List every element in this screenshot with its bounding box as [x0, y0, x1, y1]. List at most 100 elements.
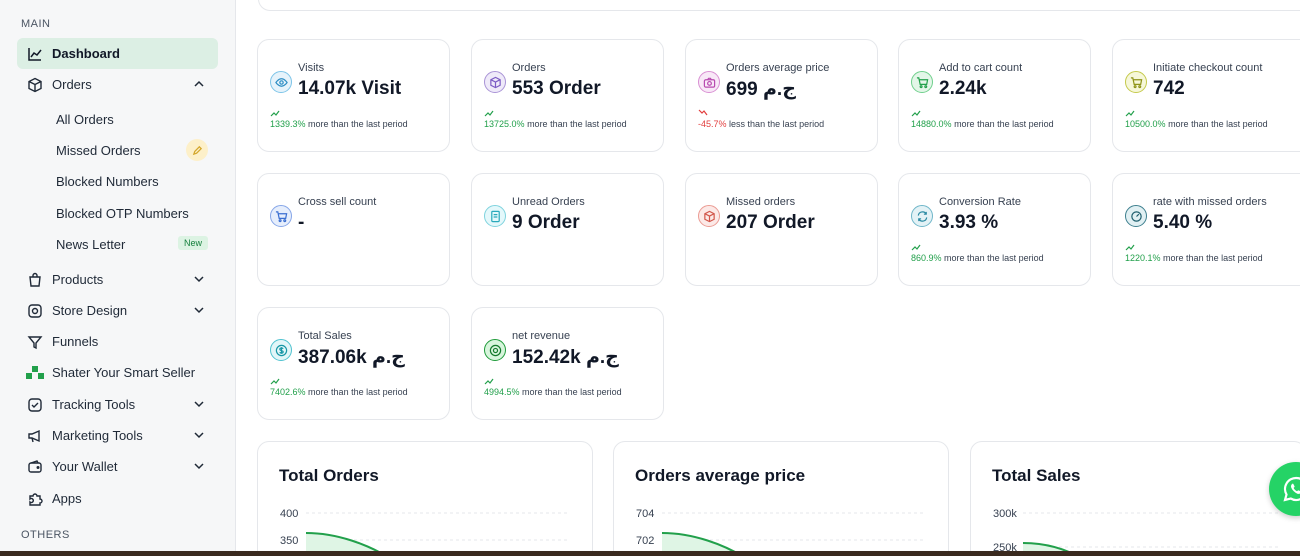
stat-value: 387.06k ج.م	[298, 347, 405, 368]
stat-value: 3.93 %	[939, 212, 999, 233]
sidebar-item-label: Tracking Tools	[52, 397, 136, 412]
chevron-up-icon[interactable]	[192, 77, 206, 91]
chart-title: Total Sales	[992, 466, 1081, 485]
sidebar-item-apps[interactable]: Apps	[17, 483, 218, 514]
stat-change-pct: 7402.6%	[270, 387, 306, 397]
stat-card-visits: Visits 14.07k Visit 1339.3% more than th…	[257, 39, 450, 152]
sidebar-item-orders[interactable]: Orders	[17, 69, 218, 100]
trend-up-icon	[911, 110, 921, 117]
chevron-down-icon[interactable]	[192, 303, 206, 317]
chart-card-total-orders: Total Orders 400 350	[257, 441, 593, 556]
stat-card-unread-orders: Unread Orders 9 Order	[471, 173, 664, 286]
stat-change-text: more than the last period	[527, 119, 627, 129]
sidebar: MAIN Dashboard Orders All Orders Missed …	[0, 0, 236, 556]
chart-card-total-sales: Total Sales 300k 250k	[970, 441, 1300, 556]
money-icon	[484, 339, 506, 361]
sidebar-subitem-newsletter[interactable]: News Letter New	[56, 230, 218, 258]
wallet-icon	[26, 458, 44, 476]
eye-icon	[270, 71, 292, 93]
sidebar-item-tracking[interactable]: Tracking Tools	[17, 389, 218, 420]
chevron-down-icon[interactable]	[192, 459, 206, 473]
chart-total-orders: 400 350	[280, 508, 568, 556]
y-tick-label: 350	[280, 535, 298, 547]
sidebar-item-dashboard[interactable]: Dashboard	[17, 38, 218, 69]
sidebar-item-funnels[interactable]: Funnels	[17, 326, 218, 357]
stat-change-text: more than the last period	[954, 119, 1054, 129]
sidebar-item-store-design[interactable]: Store Design	[17, 295, 218, 326]
stat-card-initiate-checkout: Initiate checkout count 742 10500.0% mor…	[1112, 39, 1300, 152]
sidebar-item-shater[interactable]: Shater Your Smart Seller	[17, 357, 218, 388]
stat-change-text: more than the last period	[944, 253, 1044, 263]
gauge-icon	[1125, 205, 1147, 227]
stat-value: 207 Order	[726, 212, 815, 233]
y-tick-label: 400	[280, 508, 298, 520]
sidebar-item-marketing[interactable]: Marketing Tools	[17, 420, 218, 451]
stat-value: -	[298, 212, 305, 233]
stat-change-text: less than the last period	[729, 119, 825, 129]
sidebar-item-label: Orders	[52, 77, 92, 92]
stat-change-pct: 1339.3%	[270, 119, 306, 129]
stat-card-missed-orders: Missed orders 207 Order	[685, 173, 878, 286]
trend-up-icon	[911, 244, 921, 251]
stat-value: 5.40 %	[1153, 212, 1213, 233]
taskbar-strip	[0, 551, 1300, 556]
stat-change: 7402.6% more than the last period	[270, 387, 408, 397]
dollar-icon	[270, 339, 292, 361]
pencil-icon	[186, 139, 208, 161]
sidebar-subitem-missed-orders[interactable]: Missed Orders	[56, 136, 218, 164]
trend-up-icon	[270, 110, 280, 117]
y-tick-label: 300k	[993, 508, 1017, 520]
chart-title: Orders average price	[635, 466, 806, 485]
stat-change-text: more than the last period	[1163, 253, 1263, 263]
sidebar-item-label: Your Wallet	[52, 459, 118, 474]
shater-logo-icon	[26, 364, 44, 382]
puzzle-icon	[26, 490, 44, 508]
funnel-icon	[26, 333, 44, 351]
cross-sell-cart-icon	[270, 205, 292, 227]
sidebar-item-products[interactable]: Products	[17, 264, 218, 295]
stat-change: 14880.0% more than the last period	[911, 119, 1054, 129]
stat-label: net revenue	[512, 330, 571, 342]
trend-down-icon	[698, 109, 708, 116]
camera-icon	[698, 71, 720, 93]
chart-card-avg-price: Orders average price 704 702	[613, 441, 949, 556]
sidebar-subitem-label: News Letter	[56, 236, 126, 252]
stat-change-pct: 10500.0%	[1125, 119, 1166, 129]
stat-label: Orders	[512, 62, 546, 74]
stat-value: 9 Order	[512, 212, 580, 233]
stat-label: Total Sales	[298, 330, 352, 342]
stat-label: Add to cart count	[939, 62, 1023, 74]
stat-change-pct: 13725.0%	[484, 119, 525, 129]
stat-change: 1339.3% more than the last period	[270, 119, 408, 129]
stat-label: Orders average price	[726, 62, 830, 74]
stat-card-total-sales: Total Sales 387.06k ج.م 7402.6% more tha…	[257, 307, 450, 420]
missed-box-icon	[698, 205, 720, 227]
stat-change-pct: 4994.5%	[484, 387, 520, 397]
trend-up-icon	[1125, 110, 1135, 117]
stat-value: 553 Order	[512, 78, 601, 99]
sidebar-subitem-all-orders[interactable]: All Orders	[56, 105, 218, 133]
sidebar-item-label: Products	[52, 272, 104, 287]
trend-up-icon	[1125, 244, 1135, 251]
stat-label: Cross sell count	[298, 196, 377, 208]
stat-label: Conversion Rate	[939, 196, 1021, 208]
stat-change: 860.9% more than the last period	[911, 253, 1044, 263]
sidebar-item-label: Dashboard	[52, 46, 120, 61]
sidebar-subitem-blocked-numbers[interactable]: Blocked Numbers	[56, 167, 218, 195]
stat-label: Visits	[298, 62, 325, 74]
sidebar-item-wallet[interactable]: Your Wallet	[17, 451, 218, 482]
stat-change-text: more than the last period	[522, 387, 622, 397]
stat-change-pct: 860.9%	[911, 253, 942, 263]
y-tick-label: 704	[636, 508, 654, 520]
chevron-down-icon[interactable]	[192, 272, 206, 286]
sidebar-subitem-blocked-otp[interactable]: Blocked OTP Numbers	[56, 199, 218, 227]
chart-line-icon	[26, 45, 44, 63]
top-card	[258, 0, 1300, 11]
box-icon	[484, 71, 506, 93]
stat-change-pct: 1220.1%	[1125, 253, 1161, 263]
refresh-icon	[911, 205, 933, 227]
stat-card-net-revenue: net revenue 152.42k ج.م 4994.5% more tha…	[471, 307, 664, 420]
chevron-down-icon[interactable]	[192, 428, 206, 442]
document-icon	[484, 205, 506, 227]
chevron-down-icon[interactable]	[192, 397, 206, 411]
